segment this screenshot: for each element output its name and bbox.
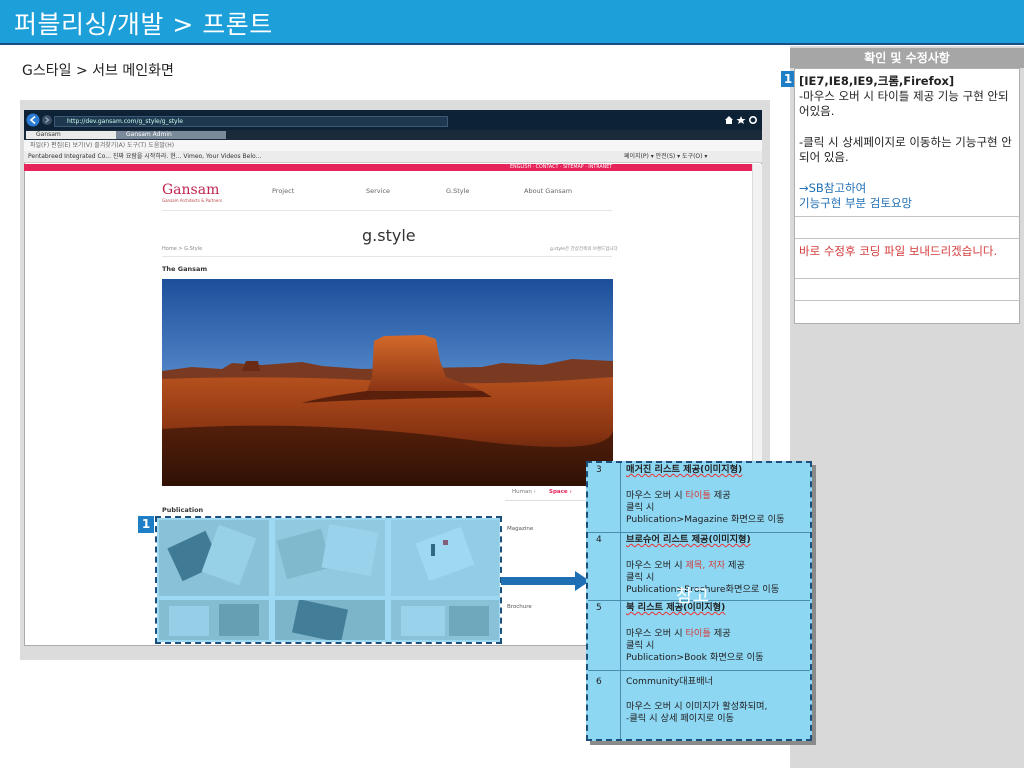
browser-menu-bar[interactable]: 파일(F) 편집(E) 보기(V) 즐겨찾기(A) 도구(T) 도움말(H) [24, 140, 762, 151]
nav-about[interactable]: About Gansam [524, 187, 572, 195]
tab-gansam-admin[interactable]: Gansam Admin [116, 131, 226, 139]
brand-caption: g.style은 간삼건축의 브랜드입니다 [550, 247, 618, 252]
tab-gansam[interactable]: Gansam [26, 131, 116, 139]
spec-note-hover-end: 제공 [710, 628, 731, 639]
home-star-gear-icon[interactable] [724, 115, 758, 125]
spec-note-hover: 마우스 오버 시 [626, 560, 686, 571]
spec-note-hover-item: 타이틀 [685, 628, 711, 639]
review-item-badge: 1 [781, 71, 795, 87]
nav-service[interactable]: Service [366, 187, 390, 195]
spec-note-hover-end: 제공 [725, 560, 745, 571]
callout-arrow [501, 571, 590, 591]
brochure-label[interactable]: Brochure [507, 604, 532, 610]
spec-note-3: 3 매거진 리스트 제공(이미지형) 마우스 오버 시 타이틀 제공 클릭 시 … [588, 463, 810, 533]
spec-note-hover: 마우스 오버 시 [626, 628, 686, 639]
spec-note-5: 5 북 리스트 제공(이미지형) 마우스 오버 시 타이틀 제공 클릭 시 Pu… [588, 601, 810, 671]
tab-bar: Gansam Gansam Admin [24, 130, 762, 140]
hero-photo [162, 279, 613, 486]
slide-title: 퍼블리싱/개발 > 프론트 [14, 10, 273, 39]
spec-note-hover: 마우스 오버 시 이미지가 활성화되며, [626, 701, 768, 712]
magazine-label[interactable]: Magazine [507, 526, 533, 532]
spec-note-click: 클릭 시 [626, 640, 655, 651]
tab-space[interactable]: Space › [549, 489, 572, 495]
review-note-title: -마우스 오버 시 타이틀 제공 기능 구현 안되어있음. [799, 89, 1009, 118]
spec-note-title: Community대표배너 [626, 676, 713, 687]
review-table: [IE7,IE8,IE9,크롬,Firefox] -마우스 오버 시 타이틀 제… [794, 68, 1020, 324]
publication-grid-badge: 1 [138, 516, 154, 533]
spec-note-hover: 마우스 오버 시 [626, 490, 686, 501]
breadcrumb-divider [162, 256, 612, 257]
spec-note-click: 클릭 시 [626, 572, 655, 583]
spec-note-6: 6 Community대표배너 마우스 오버 시 이미지가 활성화되며, -클릭… [588, 671, 810, 739]
review-browsers: [IE7,IE8,IE9,크롬,Firefox] [799, 74, 955, 88]
slide-header: 퍼블리싱/개발 > 프론트 [0, 0, 1024, 45]
publication-heading: Publication [162, 506, 204, 514]
spec-note-target: Publication>Magazine 화면으로 이동 [626, 514, 785, 525]
review-row-empty-2 [795, 279, 1019, 301]
spec-note-target: Publication>Book 화면으로 이동 [626, 652, 764, 663]
spec-note-click: 클릭 시 [626, 502, 655, 513]
browser-toolbar-right[interactable]: 페이지(P) ▾ 안전(S) ▾ 도구(O) ▾ [624, 151, 707, 163]
site-top-links[interactable]: ENGLISH · CONTACT · SITEMAP · INTRANET [510, 164, 612, 171]
spec-note-click: -클릭 시 상세 페이지로 이동 [626, 713, 734, 724]
reference-overlay-text: 참고 [676, 586, 710, 607]
review-note-sb: →SB참고하여 [799, 181, 867, 195]
section-title: The Gansam [162, 265, 208, 273]
favorites-links[interactable]: Pentabreed Integrated Co... 진짜 요람을 시작하라.… [28, 153, 261, 160]
tab-human[interactable]: Human › [512, 489, 536, 495]
nav-gstyle[interactable]: G.Style [446, 187, 469, 195]
notes-column-divider [620, 463, 621, 739]
spec-note-hover-item: 제목, 저자 [685, 560, 726, 571]
spec-note-target: Publication>Brochure화면으로 이동 [626, 584, 780, 595]
review-note-click: -클릭 시 상세페이지로 이동하는 기능구현 안되어 있음. [799, 135, 1012, 164]
spec-note-number: 6 [596, 677, 602, 687]
breadcrumb[interactable]: Home > G.Style [162, 246, 202, 252]
site-logo[interactable]: Gansam [162, 182, 219, 198]
review-panel-heading: 확인 및 수정사항 [790, 48, 1024, 68]
screen-subtitle: G스타일 > 서브 메인화면 [22, 63, 174, 79]
publication-grid-highlight [157, 518, 500, 642]
review-row-reply: 바로 수정후 코딩 파일 보내드리겠습니다. [795, 239, 1019, 279]
page-title: g.style [362, 226, 416, 245]
review-row-1: [IE7,IE8,IE9,크롬,Firefox] -마우스 오버 시 타이틀 제… [795, 69, 1019, 217]
address-bar[interactable]: http://dev.gansam.com/g_style/g_style [54, 116, 448, 127]
spec-note-number: 4 [596, 535, 602, 545]
review-row-empty-3 [795, 301, 1019, 323]
spec-note-title: 브로슈어 리스트 제공(이미지형) [626, 534, 751, 545]
nav-project[interactable]: Project [272, 187, 294, 195]
spec-note-hover-end: 제공 [710, 490, 731, 501]
spec-note-number: 3 [596, 465, 602, 475]
review-row-empty-1 [795, 217, 1019, 239]
back-forward-icon[interactable] [26, 113, 56, 127]
review-reply: 바로 수정후 코딩 파일 보내드리겠습니다. [799, 244, 998, 258]
review-note-check: 기능구현 부분 검토요망 [799, 196, 913, 210]
spec-note-title: 매거진 리스트 제공(이미지형) [626, 464, 743, 475]
spec-note-number: 5 [596, 603, 602, 613]
favorites-bar: Pentabreed Integrated Co... 진짜 요람을 시작하라.… [24, 151, 762, 163]
site-logo-sub: Gansam Architects & Partners [162, 198, 223, 203]
spec-note-hover-item: 타이틀 [685, 490, 711, 501]
nav-divider [162, 210, 612, 211]
site-top-bar [24, 164, 752, 171]
